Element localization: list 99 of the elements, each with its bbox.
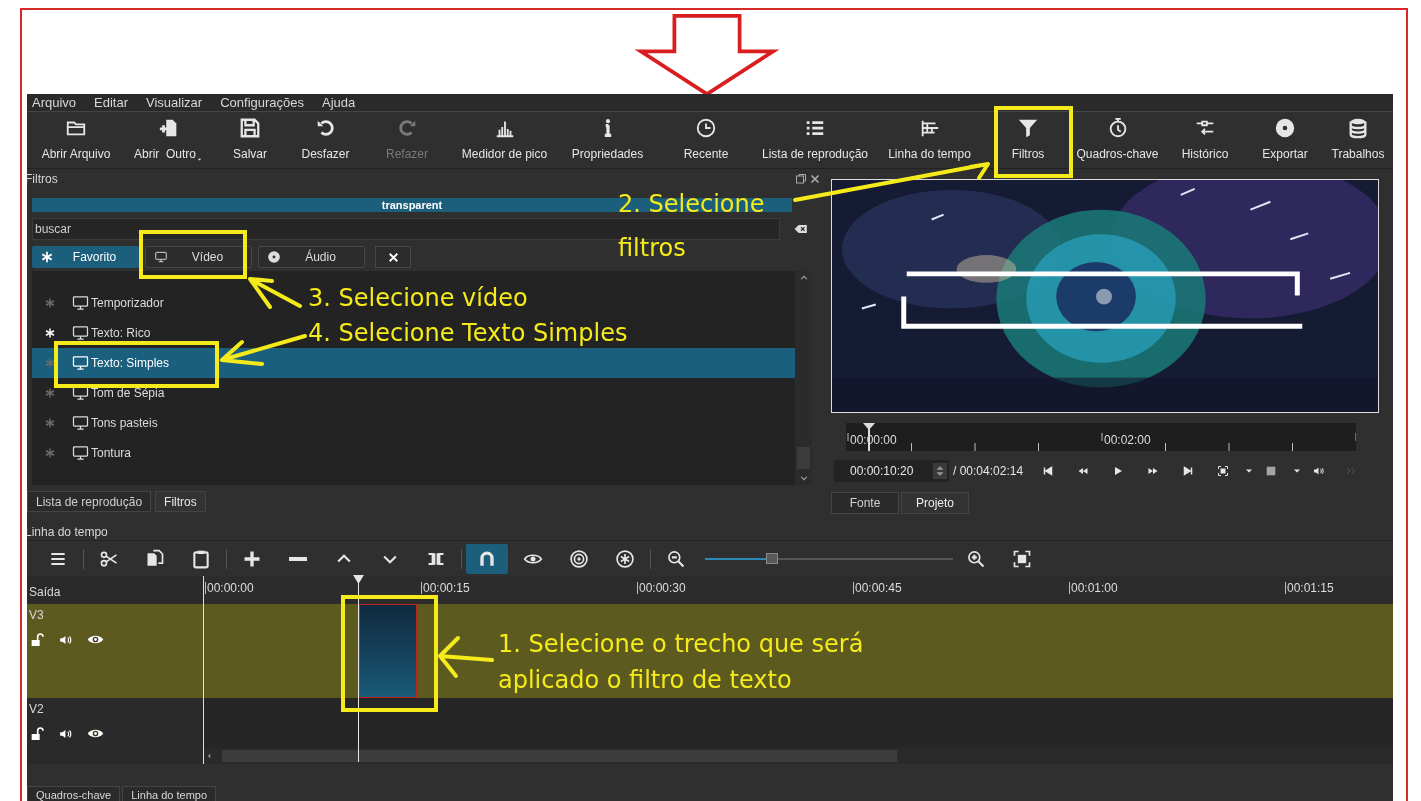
toolbar-button[interactable]: Trabalhos	[1323, 112, 1393, 168]
ruler-label: 00:00:30	[637, 582, 686, 594]
monitor-icon	[72, 326, 89, 340]
ruler-label: 00:00:45	[853, 582, 902, 594]
minus-icon	[288, 556, 308, 561]
toolbar-button[interactable]: Lista de reprodução	[755, 112, 875, 168]
fit-icon	[1217, 465, 1230, 478]
filter-list-item[interactable]: Texto: Rico	[91, 324, 151, 342]
caret-icon	[196, 156, 203, 163]
menu-item[interactable]: Configurações	[220, 96, 304, 109]
track-header[interactable]: V3	[27, 604, 203, 698]
ruler-label: 00:01:15	[1285, 582, 1334, 594]
monitor-icon	[72, 296, 89, 310]
monitor-icon	[72, 356, 89, 370]
monitor-icon	[72, 446, 89, 460]
skip-start-icon	[1042, 465, 1055, 478]
grid-button[interactable]	[1264, 464, 1279, 479]
toolbar-button[interactable]: Exportar	[1247, 112, 1323, 168]
toolbar-button[interactable]: Quadros-chave	[1072, 112, 1163, 168]
track-header[interactable]: V2	[27, 698, 203, 748]
zoom-slider[interactable]	[705, 551, 953, 566]
lock-button[interactable]	[29, 631, 45, 648]
asterisk-circle-icon	[615, 548, 635, 569]
annotation-text: 3. Selecione vídeo	[308, 283, 528, 314]
close-icon	[386, 250, 400, 264]
zoom-out-icon	[666, 548, 686, 569]
track-name: V3	[29, 609, 45, 621]
monitor-icon	[72, 386, 89, 400]
annotation-arrow	[248, 277, 302, 309]
menu-item[interactable]: Arquivo	[32, 96, 77, 109]
menu-item[interactable]: Ajuda	[322, 96, 356, 109]
fit-button[interactable]	[1216, 464, 1231, 479]
filter-tab[interactable]: Áudio	[258, 246, 365, 268]
scrollbar[interactable]	[795, 271, 812, 485]
close-icon	[809, 173, 821, 185]
filter-list-item[interactable]: Texto: Simples	[32, 348, 795, 378]
copy-icon	[145, 548, 165, 569]
spinner-icon	[933, 463, 947, 480]
lock-button[interactable]	[29, 725, 45, 742]
toolbar-button[interactable]: Desfazer	[288, 112, 363, 168]
chevron-up-icon	[798, 273, 809, 283]
tool-button[interactable]	[466, 543, 508, 574]
horizontal-scrollbar[interactable]	[203, 748, 1393, 764]
toolbar-button[interactable]: Medidor de pico	[451, 112, 558, 168]
menu-item[interactable]: Visualizar	[146, 96, 203, 109]
panel-tab[interactable]: Projeto	[901, 492, 969, 514]
output-label: Saída	[29, 585, 61, 599]
clipboard-icon	[191, 548, 211, 569]
video-clip[interactable]	[359, 604, 417, 698]
ruler-label: 00:00:00	[205, 582, 254, 594]
toolbar-button[interactable]: Salvar	[212, 112, 288, 168]
zoom-in-icon	[966, 548, 986, 569]
annotation-text: 1. Selecione o trecho que será aplicado o filtro de texto	[498, 629, 864, 696]
filter-list-item[interactable]: Tom de Sépia	[91, 384, 165, 402]
save-icon	[239, 117, 261, 139]
redo-icon	[396, 117, 418, 139]
toolbar-button[interactable]: Filtros	[984, 112, 1072, 168]
chevron-down-icon	[798, 473, 809, 483]
toolbar-button[interactable]: Linha do tempo	[875, 112, 984, 168]
lock-icon	[29, 631, 45, 648]
ruler-label: 00:01:00	[1069, 582, 1118, 594]
filter-tab[interactable]: Favorito	[32, 246, 139, 268]
disc-icon	[1274, 117, 1296, 139]
target-icon	[569, 548, 589, 569]
toolbar-button[interactable]: Abrir Arquivo	[27, 112, 125, 168]
toolbar-button[interactable]: Recente	[657, 112, 755, 168]
filter-list-item[interactable]: Temporizador	[91, 294, 164, 312]
track-name: V2	[29, 703, 45, 715]
disc-icon	[267, 250, 281, 264]
panel-tab[interactable]: Fonte	[831, 492, 899, 514]
monitor-icon	[72, 416, 89, 430]
toolbar-button[interactable]: Propriedades	[558, 112, 657, 168]
asterisk-icon	[40, 250, 54, 264]
duration-text: / 00:04:02:14	[953, 463, 1024, 481]
close-button[interactable]	[375, 246, 411, 268]
panel-tab[interactable]: Lista de reprodução	[27, 491, 152, 512]
filter-list-item[interactable]: Tons pasteis	[91, 414, 158, 432]
undock-icon	[795, 173, 807, 185]
annotation-arrow	[438, 636, 494, 678]
clock-icon	[695, 117, 717, 139]
database-icon	[1347, 117, 1369, 139]
monitor-icon	[154, 250, 168, 264]
annotation-text: 4. Selecione Texto Simples	[308, 318, 628, 349]
ruler-label: 00:02:00	[1104, 434, 1151, 447]
timecode-field[interactable]: 00:00:10:20	[834, 460, 949, 483]
funnel-icon	[1017, 117, 1039, 139]
lock-icon	[29, 725, 45, 742]
filter-tab[interactable]: Vídeo	[145, 246, 252, 268]
toolbar-button[interactable]: Abrir Outro	[125, 112, 212, 168]
fit-icon	[1012, 548, 1032, 569]
panel-tab[interactable]: Filtros	[155, 491, 206, 512]
panel-tab[interactable]: Quadros-chave	[27, 786, 121, 801]
panel-tab[interactable]: Linha do tempo	[122, 786, 217, 801]
filter-list-item[interactable]: Tontura	[91, 444, 132, 462]
menu-item[interactable]: Editar	[94, 96, 129, 109]
grid-icon	[1265, 465, 1278, 478]
toolbar-button[interactable]: Histórico	[1163, 112, 1247, 168]
ruler-label: 00:00:15	[421, 582, 470, 594]
skip-end-icon	[1182, 465, 1195, 478]
